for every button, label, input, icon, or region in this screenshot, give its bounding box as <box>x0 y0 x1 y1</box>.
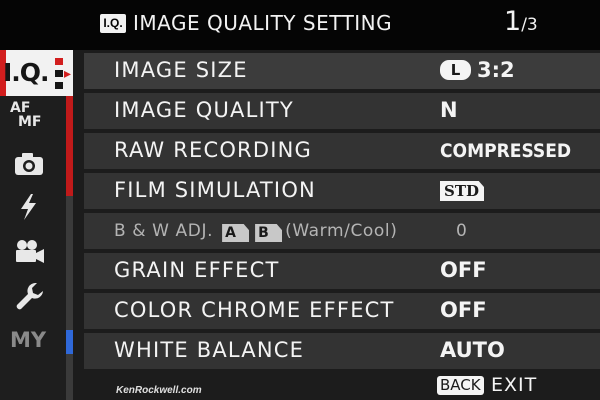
acros-film-icon: A <box>222 224 250 242</box>
menu-row-raw-recording[interactable]: RAW RECORDING COMPRESSED <box>84 133 600 169</box>
large-size-icon: L <box>440 60 471 80</box>
tab-my-menu[interactable]: MY <box>0 320 66 364</box>
row-label: IMAGE QUALITY <box>114 98 294 122</box>
tab-setup[interactable] <box>0 273 66 317</box>
page-indicator: 1/3 <box>504 6 538 37</box>
af-label: AF <box>10 100 31 116</box>
af-mf-icon: AF MF <box>10 101 42 129</box>
row-value: OFF <box>440 258 487 282</box>
tab-flash[interactable] <box>0 185 66 229</box>
menu-row-image-quality[interactable]: IMAGE QUALITY N <box>84 93 600 129</box>
row-label: RAW RECORDING <box>114 138 312 162</box>
page-total: /3 <box>521 15 538 35</box>
row-value: STD <box>440 178 484 202</box>
row-value: COMPRESSED <box>440 140 572 162</box>
row-value: OFF <box>440 298 487 322</box>
row-value: N <box>440 98 458 122</box>
menu-header: I.Q. IMAGE QUALITY SETTING 1/3 <box>0 0 600 50</box>
row-label: GRAIN EFFECT <box>114 258 280 282</box>
tab-image-quality[interactable]: I.Q. ▸ <box>0 50 73 96</box>
back-key-icon[interactable]: BACK <box>437 376 484 395</box>
row-label: WHITE BALANCE <box>114 338 305 362</box>
menu-row-image-size[interactable]: IMAGE SIZE L 3:2 <box>84 53 600 89</box>
menu-row-film-simulation[interactable]: FILM SIMULATION STD <box>84 173 600 209</box>
scrollbar[interactable] <box>66 96 73 400</box>
menu-row-bw-adjustment: B & W ADJ. A B (Warm/Cool) 0 <box>84 213 600 249</box>
tab-shooting[interactable] <box>0 141 66 185</box>
aspect-ratio-value: 3:2 <box>477 58 515 82</box>
menu-list: IMAGE SIZE L 3:2 IMAGE QUALITY N RAW RECO… <box>84 53 600 373</box>
menu-footer: KenRockwell.com BACK EXIT <box>84 373 600 400</box>
camera-icon <box>15 153 43 175</box>
flash-icon <box>21 194 36 220</box>
row-label: B & W ADJ. A B (Warm/Cool) <box>114 221 397 242</box>
tab-image-quality-label: I.Q. <box>3 58 50 87</box>
wrench-icon <box>16 283 43 310</box>
row-label: IMAGE SIZE <box>114 58 248 82</box>
row-label-prefix: B & W ADJ. <box>114 221 214 241</box>
tab-arrow-icon: ▸ <box>64 66 72 82</box>
menu-tab-bar: I.Q. ▸ AF MF MY <box>0 50 73 400</box>
tab-my-menu-label: MY <box>10 328 47 352</box>
menu-row-white-balance[interactable]: WHITE BALANCE AUTO <box>84 333 600 369</box>
monochrome-film-icon: B <box>255 224 283 242</box>
row-value: L 3:2 <box>440 58 515 82</box>
row-value: 0 <box>456 221 468 241</box>
page-current: 1 <box>504 6 522 37</box>
scrollbar-section-marker <box>66 330 73 354</box>
mf-label: MF <box>18 114 42 130</box>
tab-movie[interactable] <box>0 229 66 273</box>
exit-label: EXIT <box>491 374 538 396</box>
row-label: FILM SIMULATION <box>114 178 316 202</box>
movie-camera-icon <box>16 240 44 263</box>
tab-af-mf[interactable]: AF MF <box>0 97 66 141</box>
page-dots-icon <box>55 58 63 90</box>
menu-row-color-chrome-effect[interactable]: COLOR CHROME EFFECT OFF <box>84 293 600 329</box>
row-label-suffix: (Warm/Cool) <box>285 221 398 241</box>
menu-row-grain-effect[interactable]: GRAIN EFFECT OFF <box>84 253 600 289</box>
image-quality-badge-icon: I.Q. <box>100 14 126 33</box>
camera-menu-screen: I.Q. IMAGE QUALITY SETTING 1/3 I.Q. ▸ AF… <box>0 0 600 400</box>
film-simulation-std-icon: STD <box>440 181 484 201</box>
watermark-credit: KenRockwell.com <box>116 385 202 396</box>
row-value: AUTO <box>440 338 505 362</box>
page-title: IMAGE QUALITY SETTING <box>133 11 393 35</box>
row-label: COLOR CHROME EFFECT <box>114 298 395 322</box>
scrollbar-thumb[interactable] <box>66 96 73 196</box>
